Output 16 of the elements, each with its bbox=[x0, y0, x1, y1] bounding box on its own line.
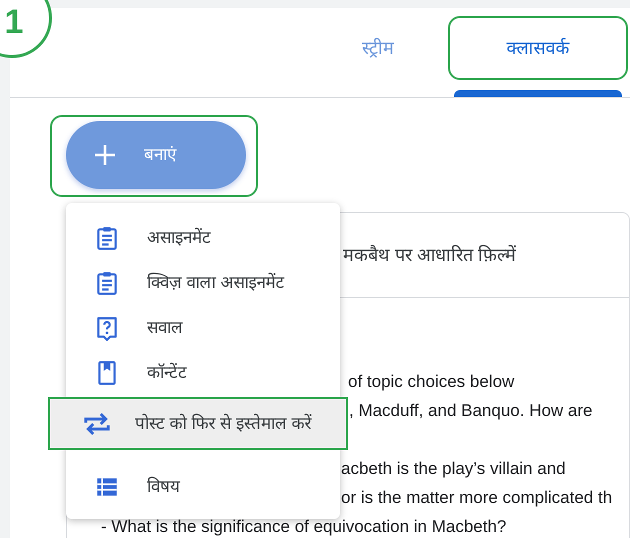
menu-item[interactable]: विषय bbox=[66, 464, 340, 509]
menu-item[interactable]: क्विज़ वाला असाइनमेंट bbox=[66, 260, 340, 305]
menu-item[interactable]: असाइनमेंट bbox=[66, 215, 340, 260]
post-text-line: or is the matter more complicated th bbox=[341, 486, 612, 509]
post-text-line: , Macduff, and Banquo. How are bbox=[349, 400, 593, 422]
menu-item[interactable]: कॉन्टेंट bbox=[66, 350, 340, 395]
post-text-line: of topic choices below bbox=[348, 370, 514, 393]
post-text-line: - What is the significance of equivocation in Macbeth? bbox=[101, 516, 506, 538]
plus-icon bbox=[94, 144, 116, 166]
question-icon bbox=[94, 314, 120, 340]
post-text-line: acbeth is the play’s villain and bbox=[341, 458, 566, 480]
menu-item[interactable]: सवाल bbox=[66, 305, 340, 350]
tab[interactable]: क्लासवर्क bbox=[448, 16, 628, 80]
menu-item[interactable]: पोस्ट को फिर से इस्तेमाल करें bbox=[48, 397, 348, 450]
step-number-badge: 1 bbox=[0, 0, 52, 58]
post-title: मकबैथ पर आधारित फ़िल्में bbox=[343, 244, 516, 266]
